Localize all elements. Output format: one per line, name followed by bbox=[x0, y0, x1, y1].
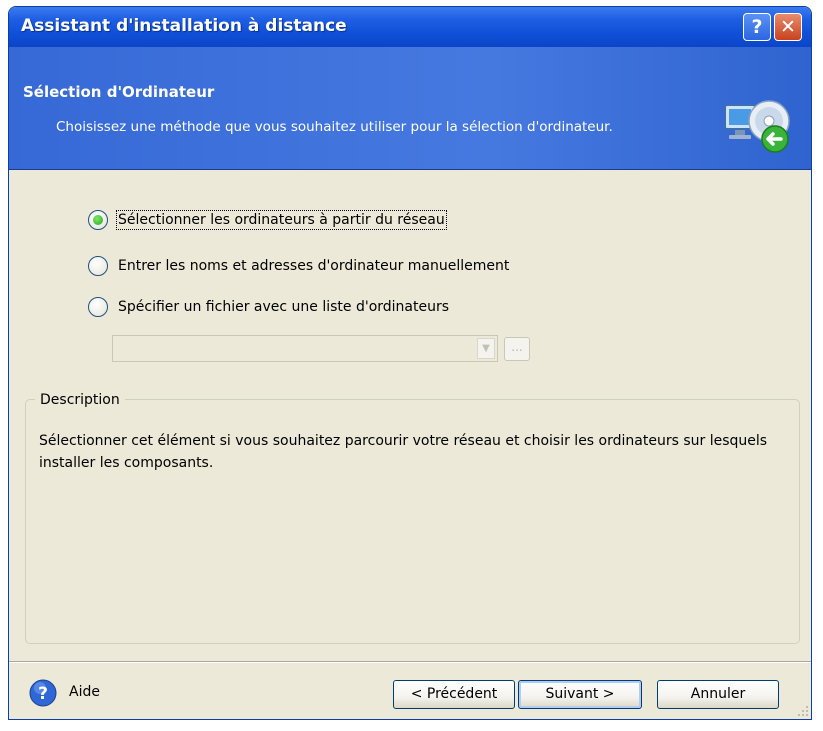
radio-file[interactable] bbox=[88, 297, 108, 317]
file-combo[interactable]: ▼ bbox=[112, 335, 498, 362]
title-bar[interactable]: Assistant d'installation à distance ? ✕ bbox=[9, 7, 811, 47]
resize-grip-icon[interactable] bbox=[797, 705, 809, 717]
option-network[interactable]: Sélectionner les ordinateurs à partir du… bbox=[88, 207, 447, 233]
radio-manual[interactable] bbox=[88, 256, 108, 276]
option-network-label[interactable]: Sélectionner les ordinateurs à partir du… bbox=[116, 210, 447, 230]
option-file-label[interactable]: Spécifier un fichier avec une liste d'or… bbox=[117, 298, 450, 316]
option-file[interactable]: Spécifier un fichier avec une liste d'or… bbox=[88, 294, 450, 320]
description-legend: Description bbox=[35, 392, 125, 408]
description-text: Sélectionner cet élément si vous souhait… bbox=[39, 433, 768, 471]
svg-text:?: ? bbox=[38, 684, 48, 704]
cancel-button[interactable]: Annuler bbox=[657, 680, 779, 709]
option-manual[interactable]: Entrer les noms et adresses d'ordinateur… bbox=[88, 253, 510, 279]
browse-button[interactable]: ... bbox=[504, 337, 530, 361]
radio-network[interactable] bbox=[88, 210, 108, 230]
help-title-button[interactable]: ? bbox=[743, 13, 771, 41]
help-link[interactable]: Aide bbox=[69, 684, 100, 700]
window-title: Assistant d'installation à distance bbox=[21, 16, 347, 36]
help-icon[interactable]: ? bbox=[29, 679, 57, 707]
next-button[interactable]: Suivant > bbox=[518, 680, 642, 709]
footer-divider bbox=[9, 661, 811, 663]
close-button[interactable]: ✕ bbox=[774, 13, 802, 41]
chevron-down-icon[interactable]: ▼ bbox=[477, 338, 495, 359]
option-manual-label[interactable]: Entrer les noms et adresses d'ordinateur… bbox=[117, 257, 510, 275]
page-title: Sélection d'Ordinateur bbox=[23, 83, 215, 101]
previous-button[interactable]: < Précédent bbox=[393, 680, 515, 709]
page-subtitle: Choisissez une méthode que vous souhaite… bbox=[56, 119, 613, 135]
wizard-window: Assistant d'installation à distance ? ✕ … bbox=[8, 6, 812, 720]
computer-cd-icon bbox=[724, 100, 790, 153]
wizard-header: Sélection d'Ordinateur Choisissez une mé… bbox=[9, 47, 811, 170]
